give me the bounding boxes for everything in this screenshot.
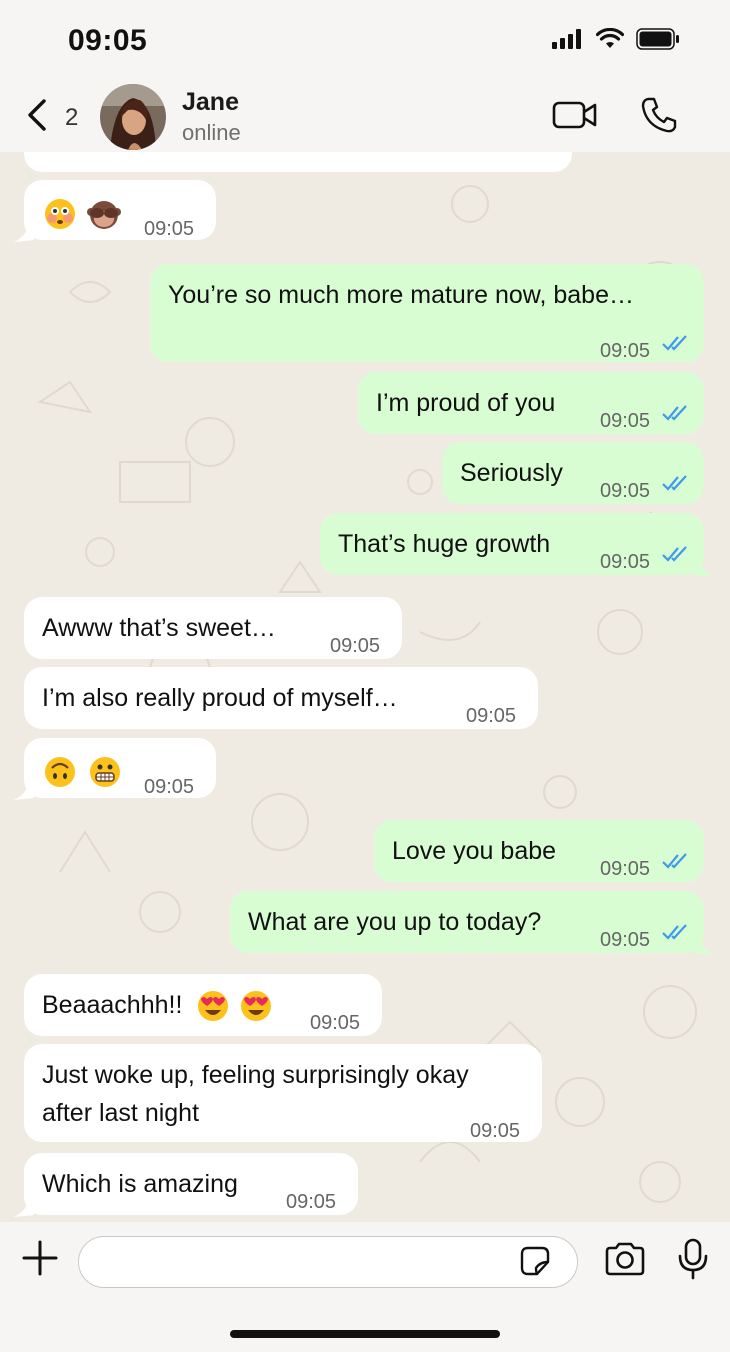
video-call-icon[interactable] xyxy=(552,100,598,130)
message-emojis xyxy=(44,194,121,232)
home-indicator xyxy=(230,1330,500,1338)
message-time: 09:05 xyxy=(466,705,517,727)
chevron-left-icon[interactable] xyxy=(24,98,48,132)
message-bubble-outgoing[interactable]: That’s huge growth 09:05 xyxy=(320,513,714,577)
message-bubble-outgoing[interactable]: You’re so much more mature now, babe… 09… xyxy=(150,264,704,362)
status-time: 09:05 xyxy=(68,24,148,57)
message-bubble-incoming[interactable]: 09:04 xyxy=(24,152,572,172)
sticker-icon[interactable] xyxy=(520,1246,550,1276)
read-ticks-icon xyxy=(662,853,687,869)
phone-icon[interactable] xyxy=(640,96,678,134)
contact-status: online xyxy=(182,120,241,145)
grimacing-face-icon xyxy=(89,757,120,788)
bubble-tail xyxy=(14,784,34,800)
camera-icon[interactable] xyxy=(604,1242,646,1276)
message-bubble-incoming[interactable]: I’m also really proud of myself… 09:05 xyxy=(24,667,538,729)
bubble-tail xyxy=(14,1201,34,1217)
message-time: 09:05 xyxy=(144,218,195,240)
flushed-face-icon xyxy=(45,199,75,230)
message-bubble-incoming[interactable]: 09:05 xyxy=(14,180,216,242)
microphone-icon[interactable] xyxy=(678,1238,708,1280)
message-text: I’m proud of you xyxy=(376,389,556,417)
message-input[interactable] xyxy=(78,1236,578,1288)
read-ticks-icon xyxy=(662,335,687,351)
heart-eyes-face-icon xyxy=(198,991,229,1022)
contact-avatar[interactable] xyxy=(100,84,166,150)
message-text: I’m also really proud of myself… xyxy=(42,684,398,712)
battery-icon xyxy=(636,28,679,50)
message-text: Beaaachhh!! xyxy=(42,991,183,1019)
message-text: Just woke up, feeling surprisingly okay xyxy=(42,1061,469,1089)
message-text: What are you up to today? xyxy=(248,908,542,936)
bubble-tail xyxy=(694,939,714,955)
message-time: 09:05 xyxy=(600,858,651,880)
message-text: Love you babe xyxy=(392,837,557,865)
message-time: 09:05 xyxy=(600,410,651,432)
message-input-bar xyxy=(0,1222,730,1352)
signal-icon xyxy=(552,29,581,49)
message-time: 09:05 xyxy=(600,551,651,573)
message-text: That’s huge growth xyxy=(338,530,551,558)
bubble-tail xyxy=(694,561,714,577)
message-text-with-emojis: Beaaachhh!! xyxy=(42,986,272,1024)
message-text: Seriously xyxy=(460,459,563,487)
wifi-icon xyxy=(596,28,624,48)
message-bubble-incoming[interactable]: 09:05 xyxy=(14,738,216,800)
message-bubble-outgoing[interactable]: Seriously 09:05 xyxy=(442,442,704,504)
see-no-evil-monkey-icon xyxy=(86,201,121,230)
contact-name[interactable]: Jane xyxy=(182,88,239,117)
read-ticks-icon xyxy=(662,924,687,940)
read-ticks-icon xyxy=(662,546,687,562)
message-time: 09:05 xyxy=(600,340,651,362)
message-bubble-outgoing[interactable]: Love you babe 09:05 xyxy=(374,820,704,882)
message-text-line2: after last night xyxy=(42,1099,200,1127)
message-text: Which is amazing xyxy=(42,1170,238,1198)
status-icons xyxy=(552,28,680,50)
message-time: 09:04 xyxy=(508,152,558,162)
message-time: 09:05 xyxy=(470,1120,521,1142)
message-bubble-incoming[interactable]: Beaaachhh!! 09:05 xyxy=(24,974,382,1036)
message-time: 09:05 xyxy=(310,1012,361,1034)
read-ticks-icon xyxy=(662,475,687,491)
message-time: 09:05 xyxy=(330,635,381,657)
message-bubble-incoming[interactable]: Which is amazing 09:05 xyxy=(14,1153,358,1217)
message-time: 09:05 xyxy=(600,480,651,502)
message-text: You’re so much more mature now, babe… xyxy=(168,281,634,309)
message-text: Awww that’s sweet… xyxy=(42,614,276,642)
heart-eyes-face-icon xyxy=(241,991,272,1022)
upside-down-face-icon xyxy=(45,757,75,788)
read-ticks-icon xyxy=(662,405,687,421)
message-time: 09:05 xyxy=(600,929,651,951)
message-bubble-outgoing[interactable]: What are you up to today? 09:05 xyxy=(230,891,714,955)
chat-header: 2 Jane online xyxy=(0,80,730,152)
message-bubble-incoming[interactable]: Just woke up, feeling surprisingly okay … xyxy=(24,1044,542,1142)
message-emojis xyxy=(44,752,121,790)
bubble-tail xyxy=(14,226,34,242)
message-time: 09:05 xyxy=(144,776,195,798)
message-bubble-incoming[interactable]: Awww that’s sweet… 09:05 xyxy=(24,597,402,659)
chat-area[interactable]: 09:04 09:05 You’re so much more mature n… xyxy=(0,152,730,1222)
status-bar: 09:05 xyxy=(0,0,730,80)
plus-icon[interactable] xyxy=(22,1240,58,1276)
message-time: 09:05 xyxy=(286,1191,337,1213)
message-bubble-outgoing[interactable]: I’m proud of you 09:05 xyxy=(358,372,704,434)
unread-count[interactable]: 2 xyxy=(65,104,78,132)
